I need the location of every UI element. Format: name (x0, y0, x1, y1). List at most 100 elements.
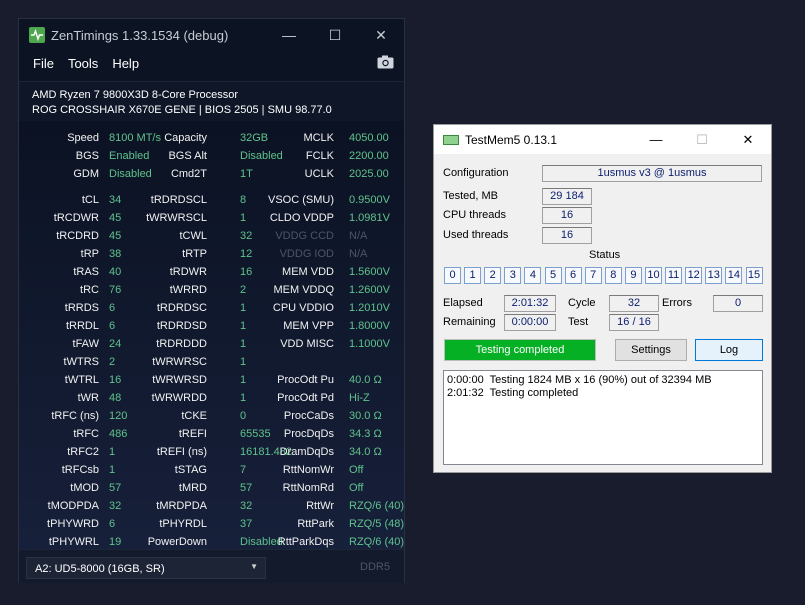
timing-value: 8100 MT/s (109, 132, 161, 144)
timing-value: 40 (109, 266, 122, 278)
status-cell: 6 (564, 267, 582, 284)
timing-row: tWTRL 16 tWRWRSD 1 ProcOdt Pu 40.0 Ω (19, 371, 404, 389)
timing-row: tRFC (ns) 120 tCKE 0 ProcCaDs 30.0 Ω (19, 407, 404, 425)
timing-label: RttParkDqs (277, 536, 334, 548)
timing-value: 1 (109, 464, 116, 476)
dimm-select[interactable]: A2: UD5-8000 (16GB, SR) ▼ (26, 557, 266, 579)
status-cell: 10 (645, 267, 662, 284)
timing-row: tRCDWR 45 tWRWRSCL 1 CLDO VDDP 1.0981V (19, 209, 404, 227)
zentimings-logo-icon (29, 27, 45, 43)
timing-value: 45 (109, 212, 122, 224)
timing-value: 0 (240, 410, 247, 422)
log-textarea[interactable]: 0:00:00 Testing 1824 MB x 16 (90%) out o… (443, 370, 763, 465)
timing-value: N/A (349, 230, 368, 242)
timing-label: tRP (80, 248, 99, 260)
timing-value: 2200.00 (349, 150, 389, 162)
remaining-label: Remaining (443, 316, 496, 328)
timing-value: 1 (240, 338, 247, 350)
timing-label: VDDG CCD (275, 230, 334, 242)
timing-label: tRFCsb (61, 464, 99, 476)
close-button[interactable]: ✕ (725, 125, 771, 154)
timing-value: RZQ/5 (48) (349, 518, 405, 530)
timing-row: tRFCsb 1 tSTAG 7 RttNomWr Off (19, 461, 404, 479)
timing-label: tWR (77, 392, 99, 404)
minimize-button[interactable]: — (633, 125, 679, 154)
menu-help[interactable]: Help (112, 56, 139, 71)
timing-value: N/A (349, 248, 368, 260)
status-cell: 0 (444, 267, 461, 284)
timing-label: RttWr (306, 500, 334, 512)
timing-value: 1 (109, 446, 116, 458)
timing-label: tMRD (178, 482, 207, 494)
timing-label: tRFC (73, 428, 99, 440)
timing-value: 1 (240, 392, 247, 404)
timing-value: RZQ/6 (40) (349, 500, 405, 512)
timing-label: tRDWR (169, 266, 207, 278)
zentimings-titlebar[interactable]: ZenTimings 1.33.1534 (debug) — ☐ ✕ (19, 19, 404, 51)
timing-label: RttPark (297, 518, 334, 530)
progress-bar: Testing completed (444, 339, 596, 361)
settings-button[interactable]: Settings (615, 339, 687, 361)
close-button[interactable]: ✕ (358, 19, 404, 51)
timing-value: 24 (109, 338, 122, 350)
timing-value: 34.0 Ω (349, 446, 382, 458)
minimize-button[interactable]: — (266, 19, 312, 51)
testmem5-title: TestMem5 0.13.1 (465, 132, 558, 147)
timing-row: tWR 48 tWRWRDD 1 ProcOdt Pd Hi-Z (19, 389, 404, 407)
timing-row: tPHYWRD 6 tPHYRDL 37 RttPark RZQ/5 (48) (19, 515, 404, 533)
testmem5-titlebar[interactable]: TestMem5 0.13.1 — ☐ ✕ (434, 125, 771, 154)
timing-label: Speed (67, 132, 99, 144)
maximize-button[interactable]: ☐ (679, 125, 725, 154)
timing-label: tWRWRSD (152, 374, 207, 386)
timing-row: tMODPDA 32 tMRDPDA 32 RttWr RZQ/6 (40) (19, 497, 404, 515)
timing-row: tRRDS 6 tRDRDSC 1 CPU VDDIO 1.2010V (19, 299, 404, 317)
status-cell: 8 (604, 267, 622, 284)
config-label: Configuration (443, 167, 509, 179)
menu-tools[interactable]: Tools (68, 56, 98, 71)
timing-value: 1 (240, 374, 247, 386)
status-cell: 5 (544, 267, 562, 284)
timing-value: 32 (240, 230, 253, 242)
timing-value: Hi-Z (349, 392, 370, 404)
menu-file[interactable]: File (33, 56, 54, 71)
timing-label: BGS (75, 150, 99, 162)
timing-label: tRDRDSC (156, 302, 207, 314)
timing-label: tRRDL (65, 320, 99, 332)
timing-value: 6 (109, 518, 116, 530)
status-cell: 3 (504, 267, 522, 284)
timing-value: 1 (240, 302, 247, 314)
timing-value: 1 (240, 212, 247, 224)
log-button[interactable]: Log (695, 339, 763, 361)
timing-label: tRDRDDD (156, 338, 207, 350)
timing-value: 34 (109, 194, 122, 206)
timing-label: MEM VDD (282, 266, 334, 278)
timing-value: 8 (240, 194, 247, 206)
errors-label: Errors (662, 297, 692, 309)
timing-row: BGS Enabled BGS Alt Disabled FCLK 2200.00 (19, 147, 404, 165)
timing-value: 120 (109, 410, 128, 422)
camera-icon[interactable] (377, 55, 394, 69)
maximize-button[interactable]: ☐ (312, 19, 358, 51)
timing-value: Disabled (240, 536, 283, 548)
timing-value: 16 (109, 374, 122, 386)
timing-value: 0.9500V (349, 194, 390, 206)
timing-label: tWRWRSC (152, 356, 207, 368)
used-threads-field: 16 (542, 227, 592, 244)
timing-label: MCLK (303, 132, 334, 144)
used-threads-label: Used threads (443, 229, 509, 241)
timing-label: tRDRDSD (156, 320, 207, 332)
timing-value: 2 (240, 284, 247, 296)
status-cell: 1 (464, 267, 482, 284)
timing-value: Enabled (109, 150, 150, 162)
timing-label: ProcDqDs (283, 428, 334, 440)
elapsed-label: Elapsed (443, 297, 483, 309)
timing-value: Disabled (240, 150, 283, 162)
timing-label: ProcCaDs (283, 410, 334, 422)
timing-label: CLDO VDDP (269, 212, 334, 224)
timing-value: 1.5600V (349, 266, 390, 278)
timing-label: tRTP (182, 248, 207, 260)
timing-label: ProcOdt Pd (277, 392, 334, 404)
timing-label: tRFC (ns) (51, 410, 99, 422)
timing-label: MEM VDDQ (273, 284, 335, 296)
timing-value: 2025.00 (349, 168, 389, 180)
